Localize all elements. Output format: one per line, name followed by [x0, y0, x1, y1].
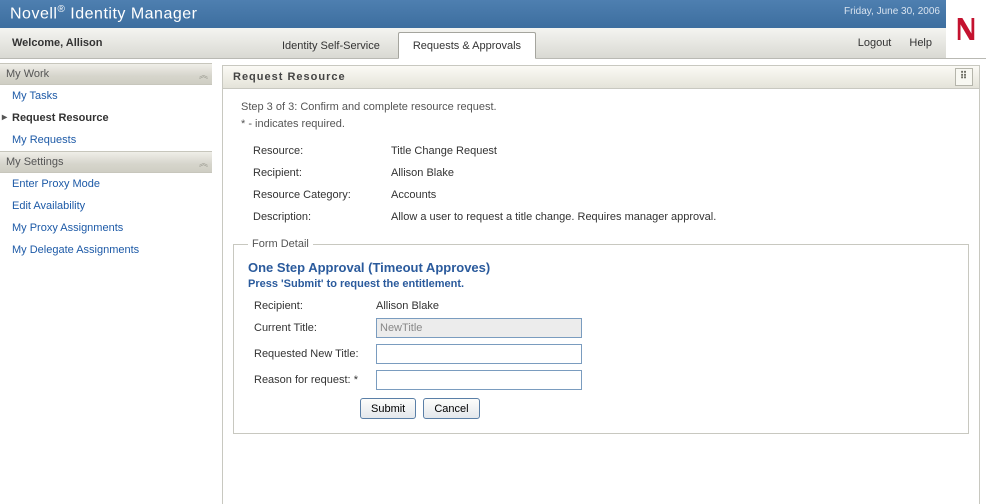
sidebar-item-my-proxy-assignments[interactable]: My Proxy Assignments	[0, 217, 212, 239]
brand-name: Novell	[10, 6, 57, 23]
sidebar-group-label: My Work	[6, 68, 49, 80]
required-asterisk: *	[354, 374, 358, 386]
reason-input[interactable]	[376, 370, 582, 390]
app-title: Novell® Identity Manager	[0, 4, 197, 23]
main-tabs: Identity Self-Service Requests & Approva…	[256, 28, 858, 58]
sidebar-group-my-settings[interactable]: My Settings ︽	[0, 151, 212, 173]
top-right-links: Logout Help	[858, 28, 946, 58]
current-title-label: Current Title:	[250, 316, 370, 340]
tab-identity-self-service[interactable]: Identity Self-Service	[268, 33, 394, 58]
requested-title-input[interactable]	[376, 344, 582, 364]
recipient-value: Allison Blake	[387, 162, 720, 184]
sidebar-item-my-requests[interactable]: My Requests	[0, 129, 212, 151]
description-value: Allow a user to request a title change. …	[387, 206, 720, 228]
tab-requests-approvals[interactable]: Requests & Approvals	[398, 32, 536, 59]
sidebar-item-request-resource[interactable]: Request Resource	[0, 107, 212, 129]
resource-value: Title Change Request	[387, 140, 720, 162]
sidebar-item-enter-proxy-mode[interactable]: Enter Proxy Mode	[0, 173, 212, 195]
sidebar-group-my-work[interactable]: My Work ︽	[0, 63, 212, 85]
form-button-row: Submit Cancel	[248, 394, 954, 419]
category-label: Resource Category:	[249, 184, 387, 206]
registered-mark: ®	[57, 4, 65, 15]
app-banner: Novell® Identity Manager Friday, June 30…	[0, 0, 986, 28]
current-title-input	[376, 318, 582, 338]
form-recipient-value: Allison Blake	[372, 298, 586, 314]
approval-subtitle: Press 'Submit' to request the entitlemen…	[248, 278, 954, 290]
request-resource-panel: Request Resource ⠿ Step 3 of 3: Confirm …	[222, 65, 980, 504]
panel-instructions: Step 3 of 3: Confirm and complete resour…	[223, 89, 979, 136]
form-detail-legend: Form Detail	[248, 238, 313, 250]
requested-title-label: Requested New Title:	[250, 342, 370, 366]
required-note: * - indicates required.	[241, 116, 961, 133]
description-label: Description:	[249, 206, 387, 228]
collapse-icon: ︽	[199, 68, 206, 81]
logout-link[interactable]: Logout	[858, 37, 892, 49]
sidebar-group-label: My Settings	[6, 156, 63, 168]
resource-label: Resource:	[249, 140, 387, 162]
form-detail-fieldset: Form Detail One Step Approval (Timeout A…	[233, 238, 969, 434]
app-name: Identity Manager	[70, 6, 197, 23]
category-value: Accounts	[387, 184, 720, 206]
recipient-label: Recipient:	[249, 162, 387, 184]
welcome-text: Welcome, Allison	[0, 28, 256, 58]
cancel-button[interactable]: Cancel	[423, 398, 479, 419]
help-link[interactable]: Help	[909, 37, 932, 49]
submit-button[interactable]: Submit	[360, 398, 416, 419]
panel-menu-icon[interactable]: ⠿	[955, 68, 973, 86]
panel-header: Request Resource ⠿	[223, 66, 979, 89]
novell-logo	[946, 0, 986, 58]
sidebar-item-edit-availability[interactable]: Edit Availability	[0, 195, 212, 217]
reason-label: Reason for request: *	[250, 368, 370, 392]
banner-date: Friday, June 30, 2006	[844, 6, 940, 17]
secondary-bar: Welcome, Allison Identity Self-Service R…	[0, 28, 986, 59]
sidebar-item-my-delegate-assignments[interactable]: My Delegate Assignments	[0, 239, 212, 261]
sidebar-item-my-tasks[interactable]: My Tasks	[0, 85, 212, 107]
collapse-icon: ︽	[199, 156, 206, 169]
panel-title: Request Resource	[233, 71, 346, 83]
sidebar: My Work ︽ My Tasks Request Resource My R…	[0, 59, 212, 504]
resource-summary: Resource: Title Change Request Recipient…	[223, 136, 979, 232]
form-recipient-label: Recipient:	[250, 298, 370, 314]
approval-title: One Step Approval (Timeout Approves)	[248, 260, 954, 275]
step-text: Step 3 of 3: Confirm and complete resour…	[241, 99, 961, 116]
